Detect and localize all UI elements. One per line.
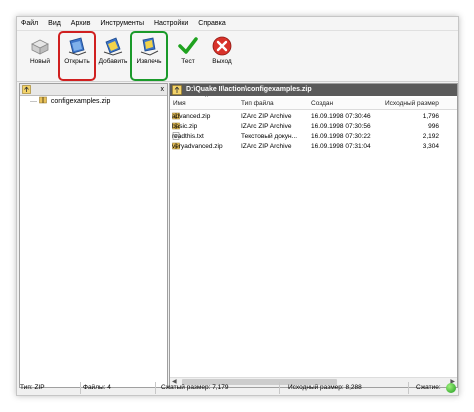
file-size: 3,304 — [422, 143, 439, 150]
tree-item-label: configexamples.zip — [50, 98, 111, 105]
file-row[interactable]: advanced.zip IZArc ZIP Archive 16.09.199… — [170, 112, 457, 122]
column-headers: Имя ^ Тип файла Создан Исходный размер — [170, 95, 457, 110]
menu-tools[interactable]: Инструменты — [96, 17, 148, 30]
status-compressed-size: Сжатый размер: 7,179 — [158, 382, 280, 394]
folder-tree-header: x — [20, 84, 167, 96]
menu-file[interactable]: Файл — [17, 17, 42, 30]
file-name: basic.zip — [172, 123, 198, 130]
status-bar: Тип: ZIP Файлы: 4 Сжатый размер: 7,179 И… — [17, 382, 458, 395]
file-name: veryadvanced.zip — [172, 143, 223, 150]
exit-icon — [211, 35, 233, 57]
extract-button[interactable]: Извлечь — [130, 31, 168, 81]
file-created: 16.09.1998 07:30:56 — [311, 123, 371, 130]
add-files-icon — [102, 35, 124, 57]
file-size: 1,796 — [422, 113, 439, 120]
file-list-pane: D:\Quake II\action\configexamples.zip Им… — [169, 83, 458, 388]
menu-archive[interactable]: Архив — [67, 17, 95, 30]
file-type: IZArc ZIP Archive — [241, 113, 292, 120]
file-row[interactable]: veryadvanced.zip IZArc ZIP Archive 16.09… — [170, 142, 457, 152]
file-size: 2,192 — [422, 133, 439, 140]
file-type: IZArc ZIP Archive — [241, 143, 292, 150]
new-archive-icon — [29, 35, 51, 57]
column-name[interactable]: Имя — [173, 98, 186, 109]
file-size: 996 — [428, 123, 439, 130]
new-button-label: Новый — [29, 58, 51, 65]
open-button[interactable]: Открыть — [58, 31, 96, 81]
zip-icon — [39, 96, 47, 104]
file-type: Текстовый докун... — [241, 133, 298, 140]
file-created: 16.09.1998 07:31:04 — [311, 143, 371, 150]
exit-button[interactable]: Выход — [205, 33, 239, 79]
test-button-label: Тест — [181, 58, 195, 65]
file-type: IZArc ZIP Archive — [241, 123, 292, 130]
status-compression: Сжатие: — [416, 384, 441, 391]
test-button[interactable]: Тест — [171, 33, 205, 79]
column-size[interactable]: Исходный размер — [385, 98, 439, 109]
file-name: readthis.txt — [172, 133, 204, 140]
status-ok-icon — [446, 383, 456, 393]
menu-settings[interactable]: Настройки — [150, 17, 192, 30]
checkmark-icon — [177, 35, 199, 57]
column-created[interactable]: Создан — [311, 98, 333, 109]
file-row[interactable]: basic.zip IZArc ZIP Archive 16.09.1998 0… — [170, 122, 457, 132]
file-created: 16.09.1998 07:30:46 — [311, 113, 371, 120]
file-name: advanced.zip — [172, 113, 211, 120]
extract-button-label: Извлечь — [136, 58, 162, 65]
tree-connector-icon: — — [30, 98, 37, 105]
file-row[interactable]: readthis.txt Текстовый докун... 16.09.19… — [170, 132, 457, 142]
column-type[interactable]: Тип файла — [241, 98, 274, 109]
folder-up-icon[interactable] — [22, 85, 31, 96]
path-bar: D:\Quake II\action\configexamples.zip — [170, 84, 457, 96]
sort-up-icon: ^ — [205, 95, 208, 101]
folder-tree-pane: x — configexamples.zip — [19, 83, 168, 388]
tree-item-archive[interactable]: — configexamples.zip — [30, 96, 111, 106]
open-archive-icon — [66, 35, 88, 57]
add-button-label: Добавить — [98, 58, 128, 65]
new-button[interactable]: Новый — [23, 33, 57, 79]
file-created: 16.09.1998 07:30:22 — [311, 133, 371, 140]
status-files: Файлы: 4 — [80, 382, 156, 394]
app-window: Файл Вид Архив Инструменты Настройки Спр… — [16, 16, 459, 396]
menu-help[interactable]: Справка — [194, 17, 229, 30]
toolbar: Новый Открыть Добавить Извлечь Тест Выхо… — [17, 31, 458, 82]
exit-button-label: Выход — [212, 58, 232, 65]
status-original-size: Исходный размер: 8,288 — [285, 382, 409, 394]
menu-bar: Файл Вид Архив Инструменты Настройки Спр… — [17, 17, 458, 31]
open-button-label: Открыть — [64, 58, 90, 65]
close-pane-button[interactable]: x — [161, 84, 165, 95]
extract-icon — [138, 35, 160, 57]
add-button[interactable]: Добавить — [96, 33, 130, 79]
status-type: Тип: ZIP — [17, 382, 81, 394]
menu-view[interactable]: Вид — [44, 17, 65, 30]
